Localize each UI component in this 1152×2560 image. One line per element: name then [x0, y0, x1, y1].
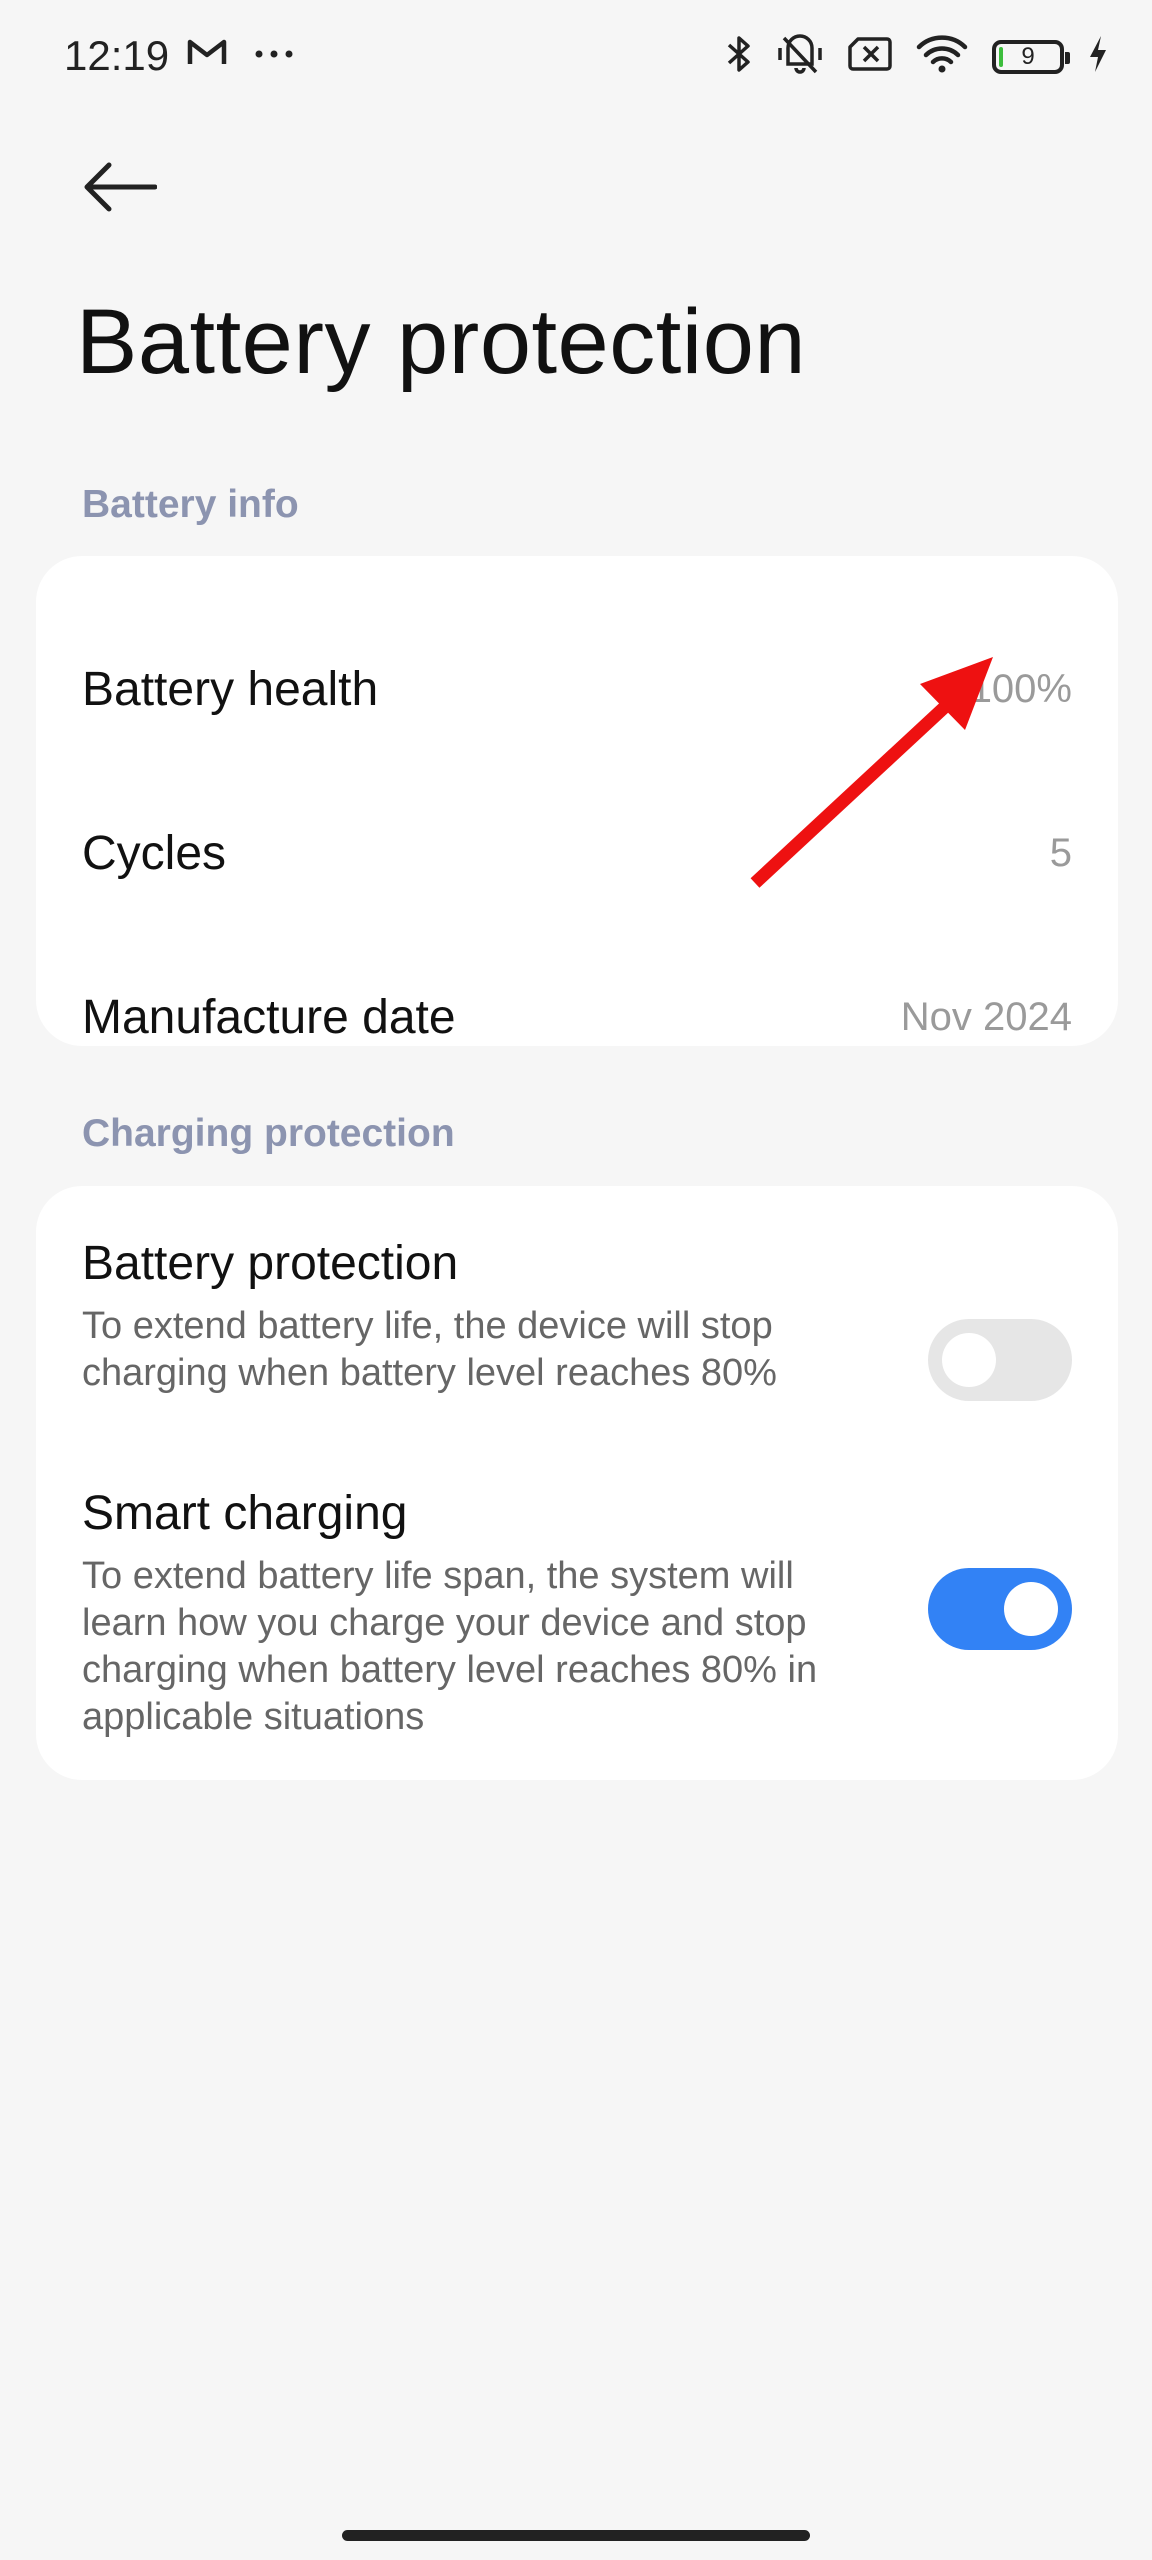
battery-level: 9 [1021, 42, 1035, 70]
status-bar: 12:19 9 [0, 0, 1152, 120]
battery-protection-row[interactable]: Battery protection To extend battery lif… [82, 1236, 1072, 1401]
battery-health-row: Battery health 100% [82, 639, 1072, 739]
battery-health-value: 100% [969, 666, 1072, 711]
manufacture-date-value: Nov 2024 [900, 994, 1072, 1039]
battery-health-label: Battery health [82, 662, 379, 716]
battery-protection-toggle[interactable] [928, 1319, 1072, 1401]
manufacture-date-row: Manufacture date Nov 2024 [82, 967, 1072, 1067]
smart-charging-title: Smart charging [82, 1487, 408, 1540]
arrow-left-icon [84, 162, 157, 212]
gmail-icon [186, 36, 228, 73]
battery-info-card: Battery health 100% Cycles 5 Manufacture… [36, 556, 1118, 1046]
wifi-icon [916, 35, 968, 78]
bluetooth-icon [726, 34, 752, 79]
smart-charging-description: To extend battery life span, the system … [82, 1555, 818, 1738]
battery-icon: 9 [992, 39, 1070, 74]
more-dots-icon [254, 46, 294, 64]
vibrate-off-icon [776, 34, 824, 79]
status-time: 12:19 [64, 32, 170, 79]
back-button[interactable] [70, 148, 170, 226]
toggle-knob [1004, 1582, 1058, 1636]
charging-protection-card: Battery protection To extend battery lif… [36, 1186, 1118, 1780]
section-label-battery-info: Battery info [82, 483, 299, 526]
smart-charging-row[interactable]: Smart charging To extend battery life sp… [82, 1486, 1072, 1741]
home-indicator[interactable] [342, 2530, 810, 2541]
cycles-row: Cycles 5 [82, 803, 1072, 903]
toggle-knob [942, 1333, 996, 1387]
battery-protection-title: Battery protection [82, 1237, 459, 1290]
battery-protection-description: To extend battery life, the device will … [82, 1305, 777, 1394]
no-sim-icon [848, 36, 892, 77]
cycles-value: 5 [1049, 830, 1072, 875]
page-title: Battery protection [76, 291, 807, 393]
section-label-charging-protection: Charging protection [82, 1112, 455, 1155]
cycles-label: Cycles [82, 826, 227, 880]
manufacture-date-label: Manufacture date [82, 990, 456, 1044]
smart-charging-toggle[interactable] [928, 1568, 1072, 1650]
charging-icon [1088, 35, 1108, 78]
